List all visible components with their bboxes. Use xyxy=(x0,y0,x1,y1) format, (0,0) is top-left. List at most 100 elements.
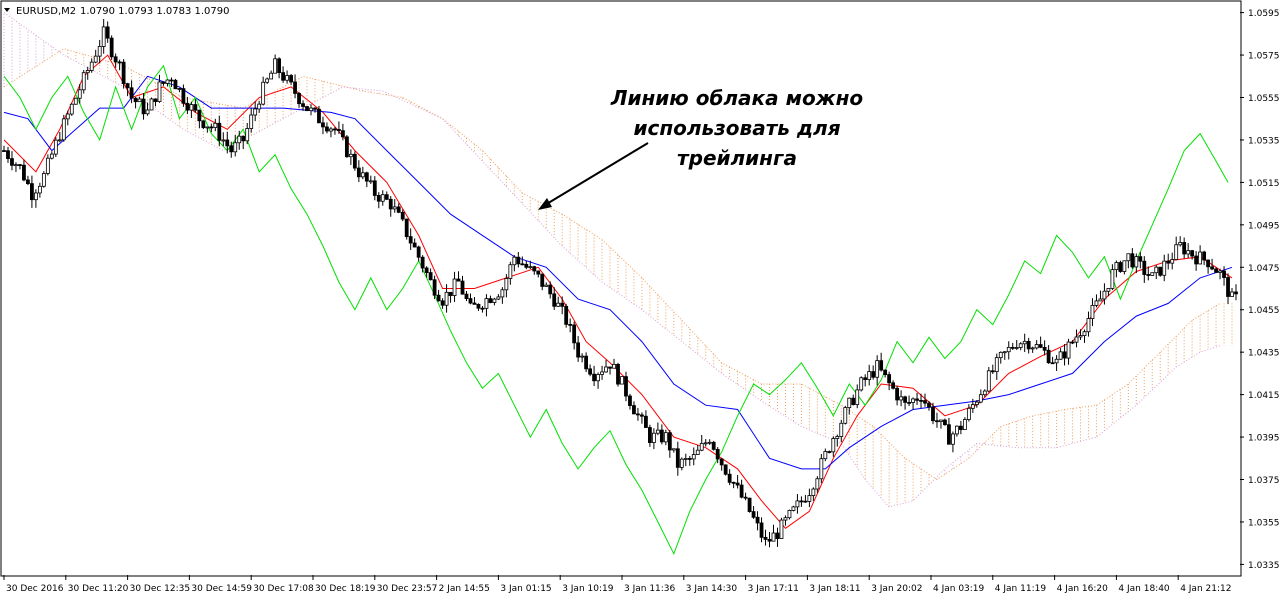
candle-body xyxy=(49,153,54,159)
candle-body xyxy=(986,370,991,392)
candle-body xyxy=(1062,351,1067,359)
y-tick-label: 1.0515 xyxy=(1248,179,1280,189)
candle-body xyxy=(1098,298,1103,302)
candle-body xyxy=(907,401,911,404)
candle-body xyxy=(121,61,126,85)
candle-body xyxy=(97,46,102,57)
candle-body xyxy=(1094,300,1099,306)
candle-body xyxy=(791,506,796,511)
candle-body xyxy=(205,126,210,129)
candle-body xyxy=(1170,259,1175,264)
candle-body xyxy=(105,26,110,39)
candle-body xyxy=(1130,253,1135,268)
candle-body xyxy=(273,58,278,74)
candle-body xyxy=(799,500,804,503)
candle-body xyxy=(85,70,90,74)
candle-body xyxy=(117,61,122,64)
candle-body xyxy=(691,454,696,460)
candle-body xyxy=(651,432,656,443)
candle-body xyxy=(372,180,377,196)
x-tick-label: 4 Jan 18:40 xyxy=(1118,584,1170,594)
candle-body xyxy=(45,157,50,174)
candle-body xyxy=(779,519,784,539)
candle-body xyxy=(831,438,836,453)
candle-body xyxy=(22,164,26,181)
candle-body xyxy=(747,497,752,512)
x-tick-label: 30 Dec 23:57 xyxy=(377,584,438,594)
x-tick-label: 30 Dec 18:19 xyxy=(315,584,376,594)
candle-body xyxy=(707,441,712,444)
candle-body xyxy=(1118,262,1123,272)
candle-body xyxy=(6,150,10,160)
candle-body xyxy=(33,192,38,201)
candle-body xyxy=(225,139,230,147)
ohlc-readout: 1.0790 1.0793 1.0783 1.0790 xyxy=(80,6,230,17)
candle-body xyxy=(392,206,397,210)
candle-body xyxy=(524,263,529,268)
candle-body xyxy=(1006,346,1011,353)
candle-body xyxy=(153,98,158,102)
candle-body xyxy=(943,419,947,426)
candle-body xyxy=(185,102,190,111)
candle-body xyxy=(1058,351,1063,360)
candle-body xyxy=(1142,260,1147,275)
candle-body xyxy=(648,427,652,443)
candle-body xyxy=(125,83,130,89)
candle-body xyxy=(1146,274,1151,276)
candle-body xyxy=(1186,250,1191,255)
candle-body xyxy=(663,432,668,443)
candle-body xyxy=(1150,272,1155,276)
candle-body xyxy=(181,88,186,104)
candle-body xyxy=(887,374,892,384)
candle-body xyxy=(1022,340,1027,345)
candle-body xyxy=(636,413,640,416)
candle-body xyxy=(743,496,748,499)
candle-body xyxy=(289,75,293,83)
candle-body xyxy=(1042,346,1047,351)
candle-body xyxy=(970,404,975,409)
candle-body xyxy=(444,291,449,306)
candle-body xyxy=(644,415,648,428)
candle-body xyxy=(671,448,676,451)
candle-body xyxy=(161,81,166,84)
candle-body xyxy=(955,425,959,435)
candle-body xyxy=(939,419,943,422)
candle-body xyxy=(1038,344,1043,348)
candle-body xyxy=(699,442,704,451)
candle-body xyxy=(883,369,888,375)
candle-body xyxy=(1114,262,1119,271)
candle-body xyxy=(41,173,46,187)
candle-body xyxy=(93,55,98,63)
candle-body xyxy=(348,153,353,158)
candle-body xyxy=(368,180,373,183)
candle-body xyxy=(604,366,608,373)
candle-body xyxy=(329,128,333,132)
x-tick-label: 3 Jan 20:02 xyxy=(871,584,922,594)
candle-body xyxy=(380,194,385,202)
candle-body xyxy=(827,451,832,453)
candle-body xyxy=(823,451,828,460)
candle-body xyxy=(1122,260,1127,272)
candle-body xyxy=(556,302,561,307)
x-tick-label: 3 Jan 10:19 xyxy=(562,584,614,594)
candle-body xyxy=(572,324,577,344)
candle-body xyxy=(835,436,840,439)
candle-body xyxy=(504,278,509,291)
candle-body xyxy=(875,360,880,378)
candle-body xyxy=(711,441,716,450)
candle-body xyxy=(1198,251,1203,265)
candle-body xyxy=(261,81,266,105)
candle-body xyxy=(576,342,581,358)
candle-body xyxy=(508,264,513,279)
candle-body xyxy=(101,26,106,47)
candle-body xyxy=(1154,266,1159,274)
candle-body xyxy=(659,429,664,443)
candle-body xyxy=(149,98,154,111)
candle-body xyxy=(715,448,720,460)
y-tick-label: 1.0435 xyxy=(1248,349,1280,359)
candle-body xyxy=(1110,269,1115,289)
candle-body xyxy=(923,400,927,404)
candle-body xyxy=(137,98,142,103)
candle-body xyxy=(1226,277,1230,297)
candle-body xyxy=(811,488,816,496)
